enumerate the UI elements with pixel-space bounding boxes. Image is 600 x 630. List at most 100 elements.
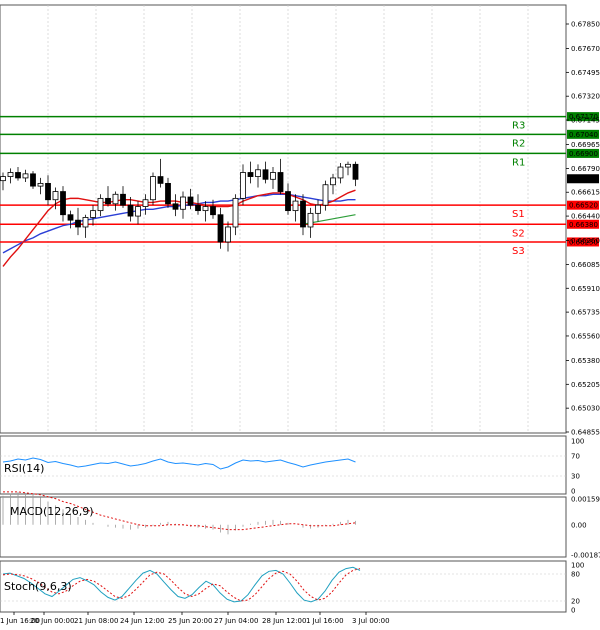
price-tick-label: 0.65030 <box>571 405 600 413</box>
candle-bear <box>157 176 164 184</box>
time-tick-label: 3 Jul 00:00 <box>352 617 390 625</box>
price-tick-label: 0.66615 <box>571 189 600 197</box>
candle-bear <box>165 182 171 205</box>
candle-bull <box>337 166 344 179</box>
price-tick-label: 0.65205 <box>571 381 600 389</box>
candle-bull <box>52 191 59 201</box>
candle-bull <box>202 206 209 212</box>
time-tick-label: 1 Jul 16:00 <box>306 617 344 625</box>
stoch-panel-frame <box>0 560 567 613</box>
candle-bear <box>45 182 51 201</box>
current-price-label: 0.66714 <box>569 175 598 183</box>
candle-bull <box>180 196 186 210</box>
rsi-panel-frame <box>0 435 567 495</box>
candle-bear <box>195 204 201 212</box>
stoch-tick-label: 100 <box>571 562 584 570</box>
candle-bear <box>67 214 74 221</box>
candle-bear <box>300 200 306 228</box>
macd-tick-label: 0.001598 <box>571 496 600 504</box>
level-name-s1: S1 <box>512 209 525 220</box>
rsi-panel: 100 70 30 0 RSI(14) <box>0 435 584 496</box>
macd-tick-label: -0.001876 <box>571 552 600 560</box>
candle-bear <box>262 169 269 180</box>
price-panel: R30.67170R20.67040R10.66900S10.66520S20.… <box>0 4 600 437</box>
level-value-label-s2: 0.66380 <box>569 221 598 229</box>
candle-bear <box>60 191 66 216</box>
macd-tick-label: 0.00 <box>571 521 587 529</box>
level-value-label-s1: 0.66520 <box>569 202 598 210</box>
time-tick-label: 28 Jun 12:00 <box>262 617 306 625</box>
price-tick-label: 0.65560 <box>571 332 600 340</box>
candle-bull <box>142 199 149 207</box>
candle-bull <box>22 173 29 179</box>
price-tick-label: 0.65380 <box>571 357 600 365</box>
rsi-title: RSI(14) <box>4 462 44 475</box>
candle-bull <box>307 212 314 228</box>
candle-bull <box>315 204 321 214</box>
candle-bull <box>330 177 336 186</box>
price-tick-label: 0.67495 <box>571 69 600 77</box>
price-tick-label: 0.66790 <box>571 165 600 173</box>
rsi-tick-label: 30 <box>571 473 580 481</box>
price-tick-label: 0.66440 <box>571 213 600 221</box>
candle-bear <box>15 172 21 179</box>
price-tick-label: 0.67145 <box>571 117 600 125</box>
candle-bear <box>277 172 284 192</box>
candle-bear <box>285 191 291 212</box>
time-tick-label: 27 Jun 04:00 <box>214 617 258 625</box>
candle-bull <box>345 163 351 168</box>
candle-bull <box>7 172 14 177</box>
candle-bear <box>75 219 81 228</box>
rsi-tick-label: 70 <box>571 453 580 461</box>
macd-panel: 0.001598 0.00 -0.001876 MACD(12,26,9) <box>0 491 600 560</box>
time-tick-label: 20 Jun 00:00 <box>30 617 74 625</box>
candle-bull <box>292 200 299 212</box>
time-tick-label: 24 Jun 12:00 <box>120 617 164 625</box>
candle-bear <box>210 206 216 216</box>
rsi-tick-label: 0 <box>571 488 575 496</box>
candle-bear <box>247 172 254 177</box>
candle-bull <box>97 197 104 212</box>
stoch-title: Stoch(9,6,3) <box>4 580 72 593</box>
level-value-label-r1: 0.66900 <box>569 150 598 158</box>
stoch-tick-label: 80 <box>571 571 580 579</box>
level-name-s3: S3 <box>512 246 525 257</box>
candle-bull <box>150 176 156 201</box>
level-name-r2: R2 <box>512 138 525 149</box>
macd-title: MACD(12,26,9) <box>10 505 94 518</box>
candle-bull <box>232 197 239 228</box>
price-tick-label: 0.66085 <box>571 261 600 269</box>
candle-bull <box>270 172 276 180</box>
stoch-panel: 10080 200 Stoch(9,6,3) <box>0 560 584 615</box>
forex-chart: R30.67170R20.67040R10.66900S10.66520S20.… <box>0 0 600 630</box>
candle-bear <box>187 196 194 206</box>
price-tick-label: 0.64855 <box>571 429 600 437</box>
candle-bull <box>37 182 44 187</box>
candle-bear <box>127 204 134 217</box>
candle-bear <box>120 193 126 206</box>
price-tick-label: 0.67670 <box>571 45 600 53</box>
candle-bear <box>30 173 36 187</box>
level-name-r3: R3 <box>512 121 525 132</box>
candle-bull <box>225 226 231 243</box>
candle-bull <box>240 172 246 199</box>
price-tick-label: 0.65735 <box>571 309 600 317</box>
price-tick-label: 0.66260 <box>571 237 600 245</box>
price-tick-label: 0.66965 <box>571 141 600 149</box>
candle-bull <box>322 184 329 206</box>
price-tick-label: 0.65910 <box>571 285 600 293</box>
time-tick-label: 21 Jun 08:00 <box>74 617 118 625</box>
level-value-label-r2: 0.67040 <box>569 131 598 139</box>
candle-bull <box>135 206 141 217</box>
candle-bear <box>352 163 359 180</box>
candle-bull <box>0 176 6 182</box>
candle-bull <box>90 210 96 218</box>
stoch-tick-label: 20 <box>571 598 580 606</box>
level-name-r1: R1 <box>512 157 525 168</box>
price-tick-label: 0.67850 <box>571 21 600 29</box>
time-tick-label: 25 Jun 20:00 <box>168 617 212 625</box>
candle-bear <box>172 203 179 210</box>
candle-bear <box>217 214 224 243</box>
candle-bull <box>255 169 261 177</box>
candle-bear <box>105 197 111 205</box>
